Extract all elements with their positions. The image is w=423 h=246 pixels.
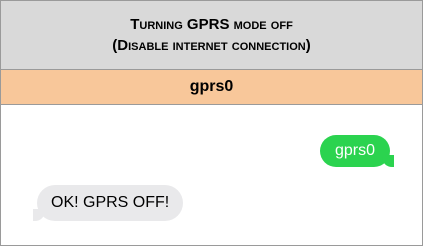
sms-command-card: Turning GPRS mode off (Disable internet … [0, 0, 423, 246]
command-bar: gprs0 [1, 70, 422, 105]
header-title-line2: (Disable internet connection) [112, 35, 310, 56]
header-title-mode: mode off [233, 16, 293, 33]
header-subtitle-text: isable internet connection [128, 37, 306, 54]
outgoing-message-bubble: gprs0 [319, 135, 395, 167]
chat-thread: gprs0 OK! GPRS OFF! [1, 105, 422, 245]
header-title-gprs: GPRS [182, 16, 234, 33]
header-title-line1: Turning GPRS mode off [130, 14, 293, 35]
incoming-message-bubble: OK! GPRS OFF! [32, 185, 184, 221]
outgoing-message-text: gprs0 [334, 142, 375, 159]
header-paren-close: ) [305, 37, 311, 54]
header-title-initial: T [130, 16, 140, 33]
incoming-message-text: OK! GPRS OFF! [51, 194, 170, 211]
header-subtitle-initial: D [117, 37, 129, 54]
header-title-word: urning [139, 16, 183, 33]
card-header: Turning GPRS mode off (Disable internet … [1, 1, 422, 70]
command-label: gprs0 [189, 78, 234, 95]
